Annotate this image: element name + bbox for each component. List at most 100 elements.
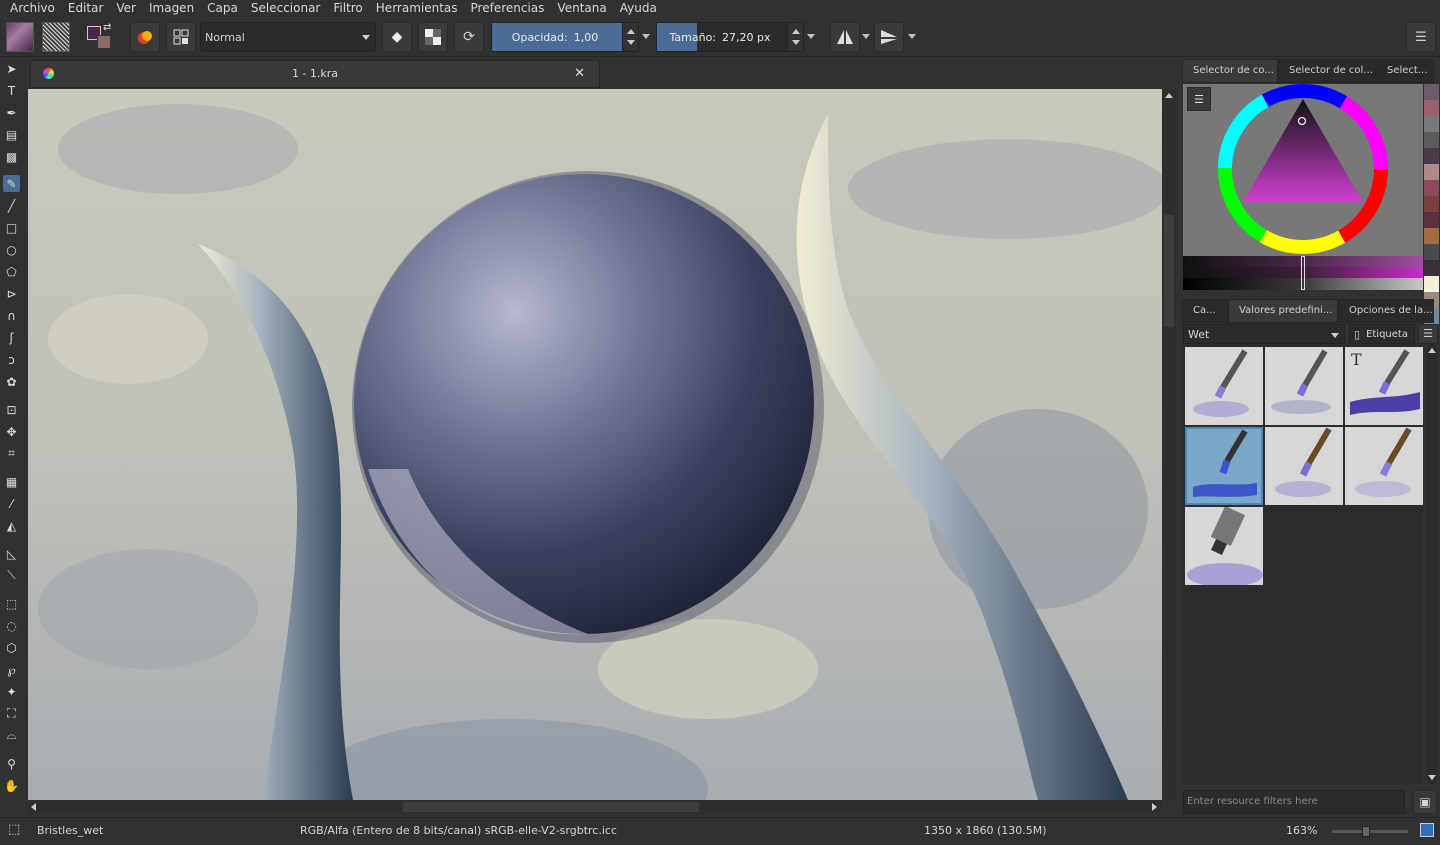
chevron-down-icon[interactable]: [862, 34, 870, 39]
contiguous-selection-tool-icon[interactable]: ✦: [3, 683, 20, 700]
gradient-tool-icon[interactable]: ▦: [3, 473, 20, 490]
opacity-spinner[interactable]: [622, 23, 638, 51]
pattern-tool-icon[interactable]: ▩: [3, 148, 20, 165]
selection-icon[interactable]: ⬚: [8, 822, 20, 837]
scroll-left-icon[interactable]: [31, 803, 36, 811]
dynamic-brush-tool-icon[interactable]: ↄ: [3, 351, 20, 368]
similar-color-selection-tool-icon[interactable]: ⛶: [3, 705, 20, 722]
brush-size-slider[interactable]: Tamaño: 27,20 px: [656, 22, 804, 52]
rectangular-selection-tool-icon[interactable]: ⬚: [3, 595, 20, 612]
color-history-bars[interactable]: [1183, 256, 1423, 290]
swap-colors-icon[interactable]: ⇄: [103, 22, 111, 33]
scroll-right-icon[interactable]: [1152, 803, 1157, 811]
resource-filter-input[interactable]: Enter resource filters here: [1183, 790, 1405, 814]
gradient-swatch[interactable]: [6, 22, 34, 52]
calligraphy-tool-icon[interactable]: ✒: [3, 104, 20, 121]
brush-preset-thumb[interactable]: T: [1345, 347, 1423, 425]
color-picker-tool-icon[interactable]: ⁄: [3, 495, 20, 512]
polygonal-selection-tool-icon[interactable]: ⬡: [3, 639, 20, 656]
select-shapes-tool-icon[interactable]: ➤: [3, 60, 20, 77]
vertical-scroll-thumb[interactable]: [1164, 215, 1174, 327]
palette-swatch[interactable]: [1424, 180, 1439, 196]
horizontal-scroll-thumb[interactable]: [403, 802, 699, 812]
tab-brush-categories[interactable]: Ca...: [1182, 299, 1228, 323]
bezier-selection-tool-icon[interactable]: ⌓: [3, 727, 20, 744]
palette-swatch[interactable]: [1424, 116, 1439, 132]
scroll-up-icon[interactable]: [1165, 93, 1173, 98]
menu-item-archivo[interactable]: Archivo: [10, 1, 55, 15]
bezier-curve-tool-icon[interactable]: ∩: [3, 307, 20, 324]
polygon-tool-icon[interactable]: ⬠: [3, 263, 20, 280]
palette-swatch[interactable]: [1424, 164, 1439, 180]
save-filter-button[interactable]: ▣: [1413, 790, 1437, 814]
brush-presets-button[interactable]: [130, 22, 160, 52]
menu-item-ayuda[interactable]: Ayuda: [620, 1, 657, 15]
menu-item-editar[interactable]: Editar: [68, 1, 104, 15]
measure-tool-icon[interactable]: ⟍: [3, 567, 20, 584]
palette-swatch[interactable]: [1424, 212, 1439, 228]
crop-tool-icon[interactable]: ⌗: [3, 445, 20, 462]
canvas[interactable]: [28, 89, 1162, 800]
menu-item-ventana[interactable]: Ventana: [557, 1, 606, 15]
palette-swatch[interactable]: [1424, 84, 1439, 100]
preset-tag-select[interactable]: Wet: [1183, 324, 1345, 344]
freehand-brush-tool-icon[interactable]: ✎: [3, 175, 20, 192]
zoom-tool-icon[interactable]: ⚲: [3, 755, 20, 772]
tab-brush-presets[interactable]: Valores predefini...: [1228, 299, 1338, 323]
menu-item-preferencias[interactable]: Preferencias: [471, 1, 545, 15]
palette-swatch[interactable]: [1424, 244, 1439, 260]
reload-preset-button[interactable]: ⟳: [454, 22, 484, 52]
tab-color-selector-1[interactable]: Selector de co...: [1182, 59, 1278, 83]
palette-swatch[interactable]: [1424, 100, 1439, 116]
docker-menu-button[interactable]: ☰: [1406, 22, 1436, 52]
text-tool-icon[interactable]: T: [3, 82, 20, 99]
transform-tool-icon[interactable]: ⊡: [3, 401, 20, 418]
pan-tool-icon[interactable]: ✋: [3, 777, 20, 794]
palette-swatch[interactable]: [1424, 196, 1439, 212]
palette-swatch[interactable]: [1424, 228, 1439, 244]
color-palette-strip[interactable]: [1424, 84, 1439, 324]
menu-item-imagen[interactable]: Imagen: [149, 1, 194, 15]
palette-swatch[interactable]: [1424, 132, 1439, 148]
line-tool-icon[interactable]: ╱: [3, 197, 20, 214]
spin-down-icon[interactable]: [627, 40, 635, 45]
eraser-mode-button[interactable]: ◆: [382, 22, 412, 52]
tab-tool-options[interactable]: Opciones de la...: [1338, 299, 1434, 323]
brush-editor-button[interactable]: [166, 22, 196, 52]
spin-up-icon[interactable]: [792, 29, 800, 34]
zoom-slider[interactable]: [1332, 826, 1408, 837]
chevron-down-icon[interactable]: [908, 34, 916, 39]
brush-preset-thumb[interactable]: [1265, 427, 1343, 505]
menu-item-herramientas[interactable]: Herramientas: [376, 1, 458, 15]
document-tab[interactable]: 1 - 1.kra ✕: [30, 60, 600, 88]
scroll-down-icon[interactable]: [1428, 775, 1436, 780]
tag-button[interactable]: ▯ Etiqueta: [1349, 324, 1415, 344]
close-tab-icon[interactable]: ✕: [574, 66, 585, 81]
brush-preset-thumb[interactable]: [1345, 427, 1423, 505]
opacity-slider[interactable]: Opacidad: 1,00: [491, 22, 639, 52]
palette-swatch[interactable]: [1424, 276, 1439, 292]
presets-scrollbar[interactable]: [1427, 344, 1437, 784]
menu-item-seleccionar[interactable]: Seleccionar: [251, 1, 320, 15]
fg-bg-color-selector[interactable]: ⇄: [84, 22, 114, 52]
edit-shapes-tool-icon[interactable]: ▤: [3, 126, 20, 143]
brush-preset-thumb[interactable]: [1185, 507, 1263, 585]
mirror-horizontal-button[interactable]: [830, 22, 860, 52]
brush-preset-thumb[interactable]: [1265, 347, 1343, 425]
menu-item-capa[interactable]: Capa: [207, 1, 238, 15]
polyline-tool-icon[interactable]: ⊳: [3, 285, 20, 302]
preset-view-button[interactable]: ☰: [1418, 324, 1438, 344]
chevron-down-icon[interactable]: [642, 34, 650, 39]
tab-color-selector-3[interactable]: Select...: [1376, 59, 1434, 83]
menu-item-ver[interactable]: Ver: [116, 1, 136, 15]
spin-down-icon[interactable]: [792, 40, 800, 45]
zoom-slider-handle[interactable]: [1362, 826, 1370, 837]
canvas-only-toggle[interactable]: [1420, 823, 1434, 837]
freehand-selection-tool-icon[interactable]: ℘: [3, 661, 20, 678]
vertical-scrollbar[interactable]: [1162, 89, 1176, 800]
mirror-vertical-button[interactable]: [874, 22, 904, 52]
preserve-alpha-button[interactable]: [418, 22, 448, 52]
spin-up-icon[interactable]: [627, 29, 635, 34]
tab-color-selector-2[interactable]: Selector de col...: [1278, 59, 1376, 83]
elliptical-selection-tool-icon[interactable]: ◌: [3, 617, 20, 634]
